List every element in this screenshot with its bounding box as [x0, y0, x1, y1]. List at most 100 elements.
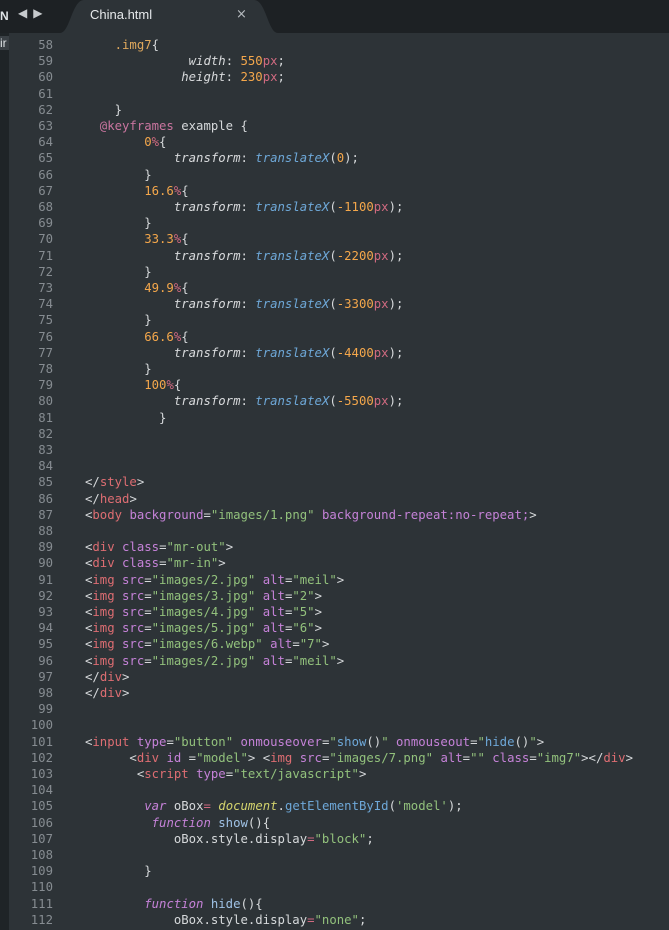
- code-line[interactable]: 112 oBox.style.display="none";: [9, 912, 669, 928]
- code-line[interactable]: 65 transform: translateX(0);: [9, 150, 669, 166]
- tab-china-html[interactable]: China.html ×: [60, 0, 278, 33]
- code-line[interactable]: 111 function hide(){: [9, 896, 669, 912]
- code-token: src: [299, 750, 322, 765]
- code-line[interactable]: 77 transform: translateX(-4400px);: [9, 345, 669, 361]
- code-token: "6": [292, 621, 315, 636]
- code-line[interactable]: 103 <script type="text/javascript">: [9, 766, 669, 782]
- code-line[interactable]: 84: [9, 458, 669, 474]
- code-line[interactable]: 68 transform: translateX(-1100px);: [9, 199, 669, 215]
- code-line[interactable]: 95 <img src="images/6.webp" alt="7">: [9, 636, 669, 652]
- code-token: "images/2.jpg": [151, 572, 256, 587]
- code-line[interactable]: 86 </head>: [9, 491, 669, 507]
- code-line[interactable]: 71 transform: translateX(-2200px);: [9, 248, 669, 264]
- code-line[interactable]: 72 }: [9, 264, 669, 280]
- code-line[interactable]: 100: [9, 717, 669, 733]
- code-line[interactable]: 74 transform: translateX(-3300px);: [9, 296, 669, 312]
- code-token: >: [314, 605, 322, 619]
- code-token: );: [344, 151, 359, 166]
- sidebar-fragment-selected[interactable]: ir: [0, 36, 9, 50]
- code-token: head: [99, 491, 130, 506]
- code-line[interactable]: 98 </div>: [9, 685, 669, 701]
- code-line[interactable]: 93 <img src="images/4.jpg" alt="5">: [9, 604, 669, 620]
- code-line[interactable]: 107 oBox.style.display="block";: [9, 831, 669, 847]
- code-token: =: [144, 653, 152, 668]
- code-line[interactable]: 108: [9, 847, 669, 863]
- code-line[interactable]: 85 </style>: [9, 474, 669, 490]
- code-editor[interactable]: 58 .img7{59 width: 550px; 60 height: 230p…: [9, 33, 669, 930]
- line-number: 63: [38, 119, 53, 133]
- code-line[interactable]: 78 }: [9, 361, 669, 377]
- code-text: <img src="images/3.jpg" alt="2">: [85, 588, 322, 604]
- code-token: -4400: [336, 345, 374, 360]
- code-token: img: [92, 605, 115, 619]
- code-token: img: [92, 588, 115, 603]
- code-line[interactable]: 58 .img7{: [9, 37, 669, 53]
- code-token: =: [203, 507, 211, 522]
- back-arrow-icon[interactable]: ◀: [18, 5, 27, 21]
- code-line[interactable]: 92 <img src="images/3.jpg" alt="2">: [9, 588, 669, 604]
- code-line[interactable]: 110: [9, 879, 669, 895]
- code-text: height: 230px;: [85, 69, 285, 85]
- code-line[interactable]: 79 100%{: [9, 377, 669, 393]
- code-line[interactable]: 69 }: [9, 215, 669, 231]
- line-number: 79: [38, 378, 53, 393]
- code-token: "images/2.jpg": [151, 653, 256, 668]
- code-line[interactable]: 70 33.3%{: [9, 231, 669, 247]
- code-line[interactable]: 101 <input type="button" onmouseover="sho…: [9, 734, 669, 750]
- code-line[interactable]: 109 }: [9, 863, 669, 879]
- code-line[interactable]: 59 width: 550px;: [9, 53, 669, 69]
- code-line[interactable]: 96 <img src="images/2.jpg" alt="meil">: [9, 653, 669, 669]
- line-number: 93: [38, 605, 53, 619]
- code-line[interactable]: 83: [9, 442, 669, 458]
- code-token: alt: [262, 653, 285, 668]
- code-line[interactable]: 94 <img src="images/5.jpg" alt="6">: [9, 620, 669, 636]
- forward-arrow-icon[interactable]: ▶: [33, 5, 42, 21]
- line-number: 81: [38, 410, 53, 425]
- code-token: function: [144, 896, 204, 911]
- code-token: }: [85, 216, 152, 231]
- code-line[interactable]: 97 </div>: [9, 669, 669, 685]
- code-line[interactable]: 61: [9, 86, 669, 102]
- code-line[interactable]: 76 66.6%{: [9, 329, 669, 345]
- code-line[interactable]: 90 <div class="mr-in">: [9, 555, 669, 571]
- code-line[interactable]: 75 }: [9, 312, 669, 328]
- code-line[interactable]: 105 var oBox= document.getElementById('m…: [9, 798, 669, 814]
- code-line[interactable]: 66 }: [9, 167, 669, 183]
- code-token: :: [240, 248, 256, 263]
- code-line[interactable]: 106 function show(){: [9, 815, 669, 831]
- code-token: "meil": [292, 653, 337, 668]
- close-icon[interactable]: ×: [236, 6, 247, 24]
- code-line[interactable]: 88: [9, 523, 669, 539]
- code-line[interactable]: 82: [9, 426, 669, 442]
- code-line[interactable]: 99: [9, 701, 669, 717]
- code-line[interactable]: 73 49.9%{: [9, 280, 669, 296]
- line-number: 68: [38, 200, 53, 214]
- code-line[interactable]: 81 }: [9, 410, 669, 426]
- code-text: }: [85, 863, 151, 879]
- code-token: </: [85, 686, 100, 700]
- code-line[interactable]: 62 }: [9, 102, 669, 118]
- code-line[interactable]: 104: [9, 782, 669, 798]
- code-line[interactable]: 89 <div class="mr-out">: [9, 539, 669, 555]
- code-line[interactable]: 91 <img src="images/2.jpg" alt="meil">: [9, 572, 669, 588]
- code-line[interactable]: 87 <body background="images/1.png" backgr…: [9, 507, 669, 523]
- line-number: 98: [38, 686, 53, 700]
- code-token: >: [122, 669, 130, 684]
- code-token: px: [262, 54, 278, 69]
- code-line[interactable]: 80 transform: translateX(-5500px);: [9, 393, 669, 409]
- code-line[interactable]: 64 0%{: [9, 134, 669, 150]
- code-token: translateX: [255, 394, 330, 409]
- line-number: 85: [38, 475, 53, 490]
- code-line[interactable]: 60 height: 230px;: [9, 69, 669, 85]
- code-line[interactable]: 63 @keyframes example {: [9, 118, 669, 134]
- code-token: "mr-out": [166, 540, 226, 555]
- code-token: (: [329, 248, 337, 263]
- code-line[interactable]: 102 <div id ="model"> <img src="images/7…: [9, 750, 669, 766]
- code-token: transform: [173, 151, 241, 166]
- code-line[interactable]: 67 16.6%{: [9, 183, 669, 199]
- code-token: =: [203, 799, 211, 814]
- code-token: :: [240, 151, 256, 166]
